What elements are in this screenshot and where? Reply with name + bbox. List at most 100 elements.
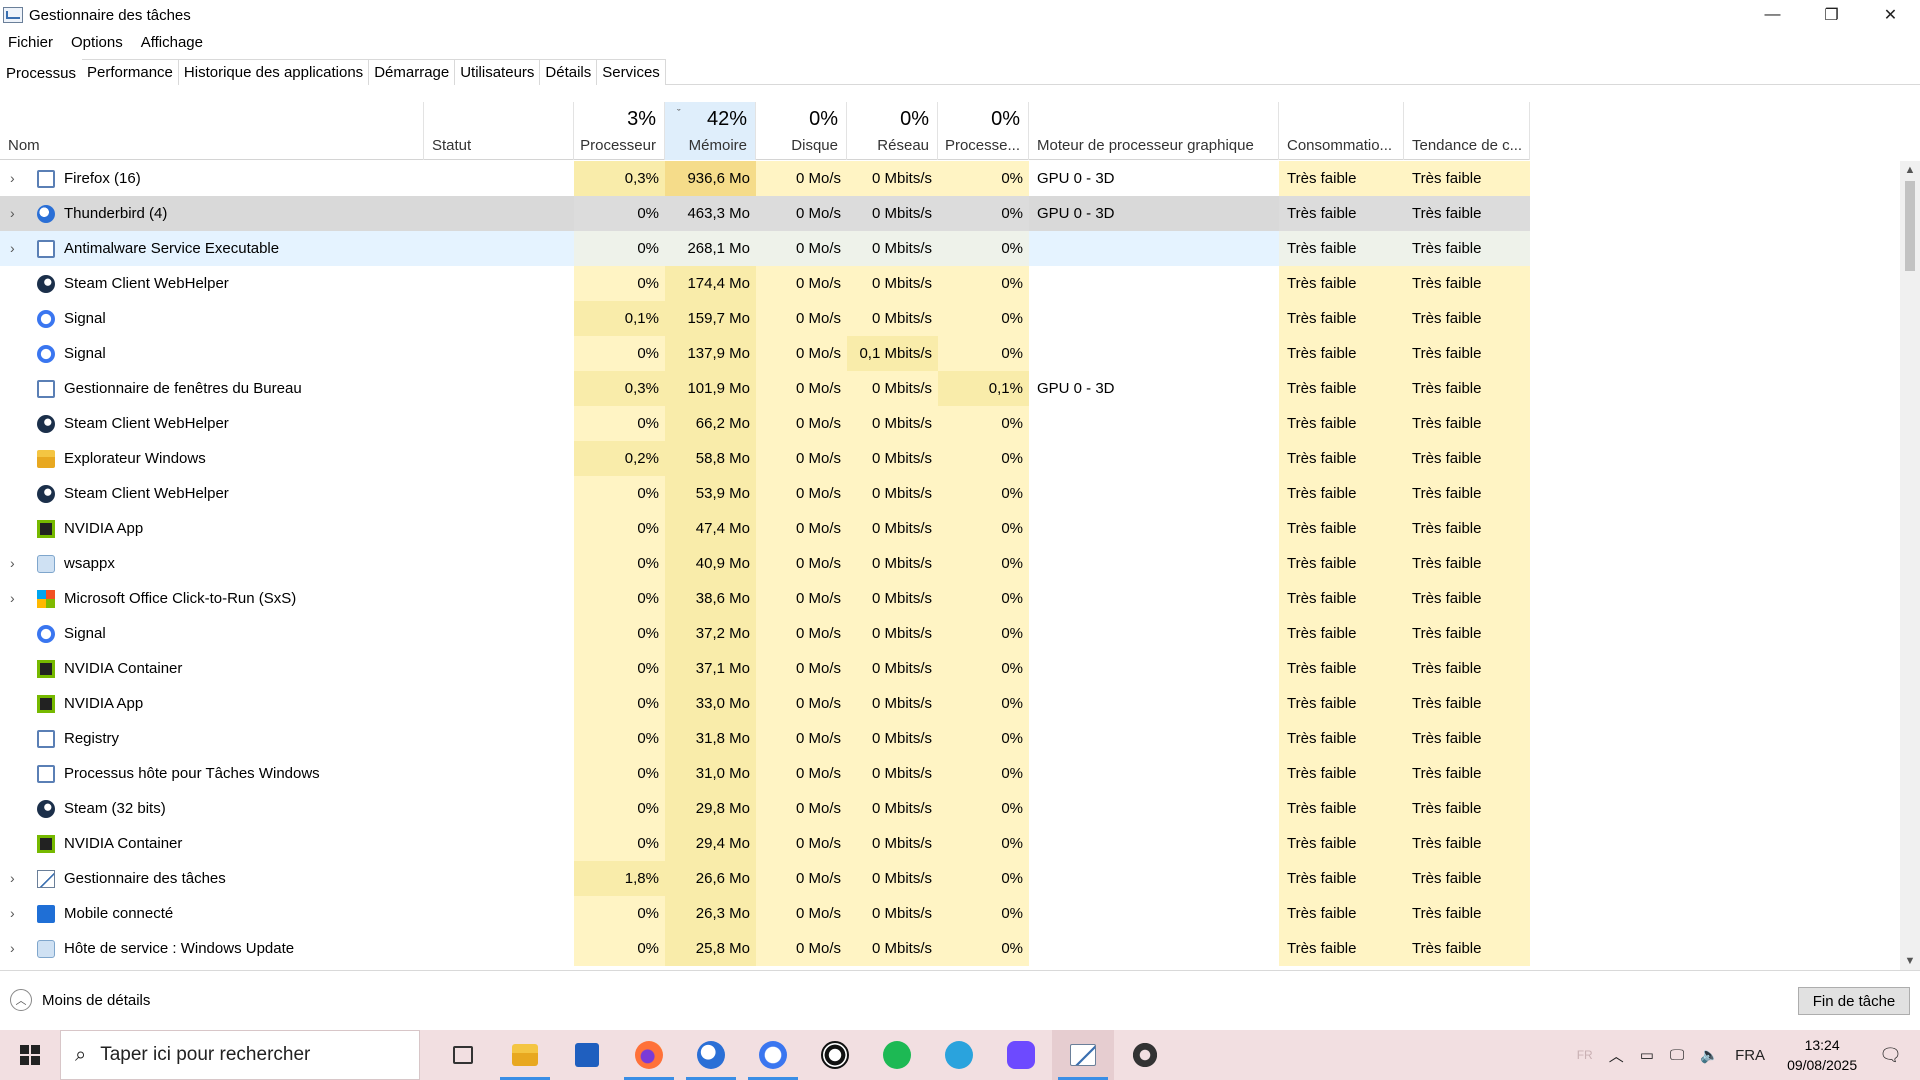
chevron-right-icon[interactable]: › — [10, 555, 15, 571]
close-button[interactable]: ✕ — [1861, 0, 1920, 30]
taskbar-telegram-button[interactable] — [928, 1030, 990, 1080]
tab-performance[interactable]: Performance — [81, 59, 179, 85]
cell-trend: Très faible — [1404, 406, 1530, 441]
scroll-down-icon[interactable]: ▼ — [1900, 952, 1920, 970]
cell-trend: Très faible — [1404, 546, 1530, 581]
column-header-cpu[interactable]: 3% Processeur — [574, 102, 665, 160]
table-row[interactable]: Explorateur Windows 0,2% 58,8 Mo 0 Mo/s 0 Mb… — [0, 441, 1530, 476]
column-header-network[interactable]: 0% Réseau — [847, 102, 938, 160]
table-row[interactable]: Signal 0% 37,2 Mo 0 Mo/s 0 Mbits/s 0% Très fai… — [0, 616, 1530, 651]
taskbar-task-view-button[interactable] — [432, 1030, 494, 1080]
language-indicator[interactable]: FRA — [1735, 1047, 1765, 1064]
table-row[interactable]: Gestionnaire de fenêtres du Bureau 0,3% 10… — [0, 371, 1530, 406]
column-header-power-trend[interactable]: Tendance de c... — [1404, 102, 1530, 160]
taskbar-thunderbird-button[interactable] — [680, 1030, 742, 1080]
column-header-name[interactable]: Nom — [0, 102, 424, 160]
table-row[interactable]: Steam Client WebHelper 0% 66,2 Mo 0 Mo/s 0 M… — [0, 406, 1530, 441]
window-title: Gestionnaire des tâches — [29, 6, 191, 24]
chevron-right-icon[interactable]: › — [10, 205, 15, 221]
chevron-right-icon[interactable]: › — [10, 170, 15, 186]
end-task-button[interactable]: Fin de tâche — [1798, 987, 1910, 1015]
title-bar[interactable]: Gestionnaire des tâches — ❐ ✕ — [0, 0, 1920, 30]
generic-app-icon — [37, 170, 55, 188]
tab-processus[interactable]: Processus — [0, 59, 83, 86]
table-row[interactable]: Steam Client WebHelper 0% 174,4 Mo 0 Mo/s 0 … — [0, 266, 1530, 301]
clock[interactable]: 13:24 09/08/2025 — [1787, 1035, 1857, 1075]
table-row[interactable]: Registry 0% 31,8 Mo 0 Mo/s 0 Mbits/s 0% Très f… — [0, 721, 1530, 756]
chevron-right-icon[interactable]: › — [10, 590, 15, 606]
table-row[interactable]: NVIDIA Container 0% 29,4 Mo 0 Mo/s 0 Mbits/s… — [0, 826, 1530, 861]
table-row[interactable]: NVIDIA App 0% 33,0 Mo 0 Mo/s 0 Mbits/s 0% Très… — [0, 686, 1530, 721]
table-row[interactable]: › Hôte de service : Windows Update 0% 25,8 … — [0, 931, 1530, 966]
table-row[interactable]: › Firefox (16) 0,3% 936,6 Mo 0 Mo/s 0 Mbits/s… — [0, 161, 1530, 196]
cell-power: Très faible — [1279, 371, 1404, 406]
cell-cpu: 0% — [574, 931, 665, 966]
cell-trend: Très faible — [1404, 616, 1530, 651]
taskbar-taskmanager-button[interactable] — [1052, 1030, 1114, 1080]
taskbar-signal-button[interactable] — [742, 1030, 804, 1080]
cell-mem: 47,4 Mo — [665, 511, 756, 546]
cell-power: Très faible — [1279, 616, 1404, 651]
chevron-up-icon[interactable]: ︿ — [1609, 1045, 1624, 1066]
tab-utilisateurs[interactable]: Utilisateurs — [454, 59, 541, 85]
taskbar-file-explorer-button[interactable] — [494, 1030, 556, 1080]
table-row[interactable]: › Mobile connecté 0% 26,3 Mo 0 Mo/s 0 Mbits/s… — [0, 896, 1530, 931]
table-row[interactable]: › Thunderbird (4) 0% 463,3 Mo 0 Mo/s 0 Mbits/… — [0, 196, 1530, 231]
scroll-thumb[interactable] — [1905, 181, 1915, 271]
tab-demarrage[interactable]: Démarrage — [368, 59, 456, 85]
less-details-button[interactable]: ︿ Moins de détails — [10, 989, 150, 1011]
start-button[interactable] — [0, 1030, 60, 1080]
taskbar-firefox-button[interactable] — [618, 1030, 680, 1080]
chevron-right-icon[interactable]: › — [10, 240, 15, 256]
table-row[interactable]: Steam Client WebHelper 0% 53,9 Mo 0 Mo/s 0 M… — [0, 476, 1530, 511]
taskbar-store-button[interactable] — [556, 1030, 618, 1080]
cell-net: 0 Mbits/s — [847, 511, 938, 546]
cell-trend: Très faible — [1404, 756, 1530, 791]
battery-icon[interactable]: ▭ — [1640, 1046, 1654, 1064]
cell-gpu: 0% — [938, 231, 1029, 266]
table-row[interactable]: Signal 0% 137,9 Mo 0 Mo/s 0,1 Mbits/s 0% Très … — [0, 336, 1530, 371]
taskbar-proton-vpn-button[interactable] — [990, 1030, 1052, 1080]
column-header-gpu[interactable]: 0% Processe... — [938, 102, 1029, 160]
network-icon[interactable]: 🖵 — [1670, 1047, 1684, 1064]
taskbar-spotify-button[interactable] — [866, 1030, 928, 1080]
taskbar-whatsapp-button[interactable] — [804, 1030, 866, 1080]
menu-fichier[interactable]: Fichier — [8, 34, 53, 51]
column-header-disk[interactable]: 0% Disque — [756, 102, 847, 160]
table-row[interactable]: Steam (32 bits) 0% 29,8 Mo 0 Mo/s 0 Mbits/s 0… — [0, 791, 1530, 826]
scroll-up-icon[interactable]: ▲ — [1900, 161, 1920, 179]
column-header-gpu-engine[interactable]: Moteur de processeur graphique — [1029, 102, 1279, 160]
column-header-memory[interactable]: ˇ 42% Mémoire — [665, 102, 756, 160]
table-row[interactable]: NVIDIA App 0% 47,4 Mo 0 Mo/s 0 Mbits/s 0% Très… — [0, 511, 1530, 546]
gear-app-icon — [37, 940, 55, 958]
column-header-power[interactable]: Consommatio... — [1279, 102, 1404, 160]
tab-historique[interactable]: Historique des applications — [177, 59, 370, 85]
process-name: Thunderbird (4) — [64, 205, 168, 222]
menu-options[interactable]: Options — [71, 34, 123, 51]
tab-details[interactable]: Détails — [539, 59, 598, 85]
vertical-scrollbar[interactable]: ▲ ▼ — [1900, 161, 1920, 970]
whatsapp-icon — [821, 1041, 849, 1069]
tab-services[interactable]: Services — [596, 59, 666, 85]
table-row[interactable]: › Gestionnaire des tâches 1,8% 26,6 Mo 0 Mo/… — [0, 861, 1530, 896]
menu-affichage[interactable]: Affichage — [141, 34, 203, 51]
volume-icon[interactable]: 🔈 — [1700, 1046, 1719, 1064]
table-row[interactable]: Processus hôte pour Tâches Windows 0% 31,0… — [0, 756, 1530, 791]
taskbar-settings-button[interactable] — [1114, 1030, 1176, 1080]
table-row[interactable]: Signal 0,1% 159,7 Mo 0 Mo/s 0 Mbits/s 0% Très … — [0, 301, 1530, 336]
chevron-right-icon[interactable]: › — [10, 905, 15, 921]
taskbar-search[interactable]: ⌕ Taper ici pour rechercher — [60, 1030, 420, 1080]
table-row[interactable]: › Microsoft Office Click-to-Run (SxS) 0% 38… — [0, 581, 1530, 616]
cell-disk: 0 Mo/s — [756, 721, 847, 756]
chevron-right-icon[interactable]: › — [10, 870, 15, 886]
notification-icon[interactable]: 🗨 — [1879, 1045, 1902, 1066]
minimize-button[interactable]: — — [1743, 0, 1802, 30]
maximize-button[interactable]: ❐ — [1802, 0, 1861, 30]
table-row[interactable]: › wsappx 0% 40,9 Mo 0 Mo/s 0 Mbits/s 0% Très fa… — [0, 546, 1530, 581]
column-header-status[interactable]: Statut — [424, 102, 574, 160]
table-row[interactable]: › Antimalware Service Executable 0% 268,1 M… — [0, 231, 1530, 266]
chevron-right-icon[interactable]: › — [10, 940, 15, 956]
cell-cpu: 0,3% — [574, 371, 665, 406]
table-row[interactable]: NVIDIA Container 0% 37,1 Mo 0 Mo/s 0 Mbits/s… — [0, 651, 1530, 686]
cell-cpu: 0% — [574, 896, 665, 931]
